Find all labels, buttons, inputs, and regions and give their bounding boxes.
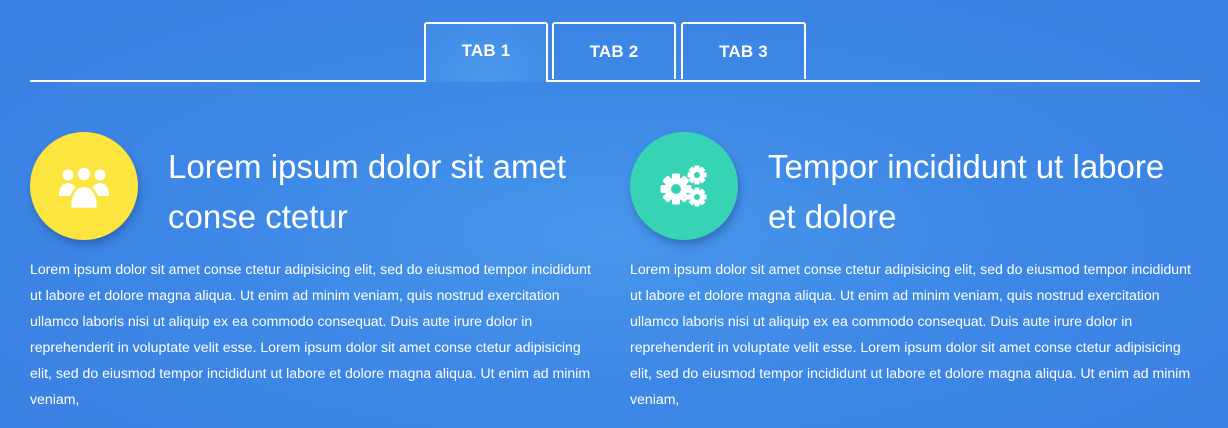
gears-icon <box>660 165 707 207</box>
feature-icon-circle-1 <box>30 132 138 240</box>
tab-1-label: TAB 1 <box>461 41 511 60</box>
feature-icon-circle-2 <box>630 132 738 240</box>
tab-2-label: TAB 2 <box>589 41 639 61</box>
tab-1[interactable]: TAB 1 <box>424 22 548 82</box>
tab-bar: TAB 1 TAB 2 TAB 3 <box>30 22 1200 82</box>
tab-3-label: TAB 3 <box>719 41 768 61</box>
feature-title-1: Lorem ipsum dolor sit amet conse ctetur <box>168 148 566 235</box>
feature-text-1: Lorem ipsum dolor sit amet conse ctetur … <box>30 261 591 407</box>
users-group-icon <box>59 165 109 209</box>
feature-title-2: Tempor incididunt ut labore et dolore <box>768 148 1165 235</box>
tab-2[interactable]: TAB 2 <box>552 22 676 79</box>
tab-3[interactable]: TAB 3 <box>681 22 806 79</box>
feature-text-2: Lorem ipsum dolor sit amet conse ctetur … <box>630 261 1191 407</box>
tab-underline <box>30 80 1200 82</box>
